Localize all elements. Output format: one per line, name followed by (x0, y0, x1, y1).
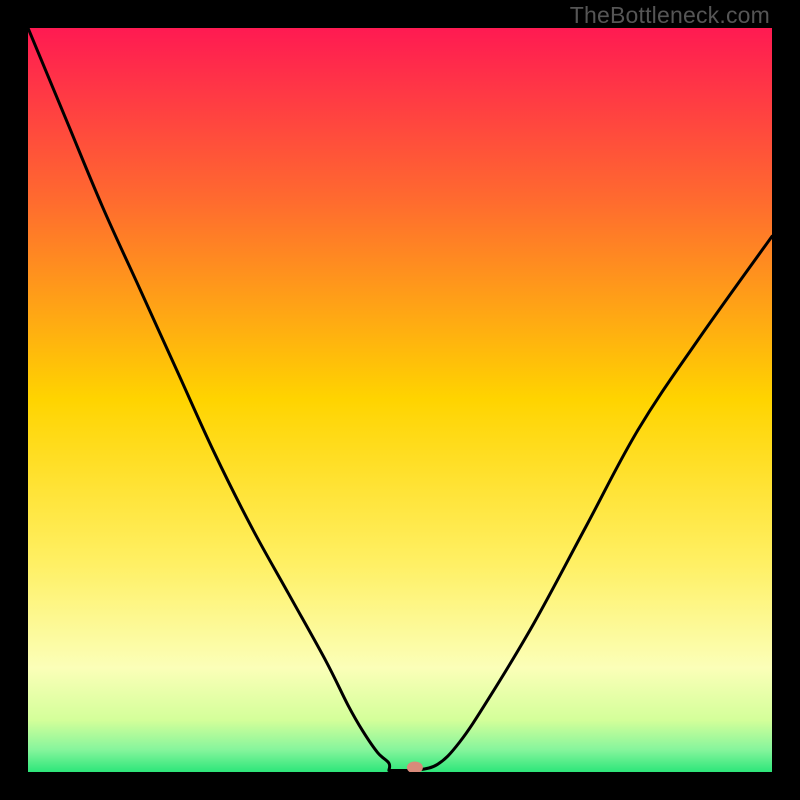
gradient-background (28, 28, 772, 772)
plot-area (28, 28, 772, 772)
watermark-text: TheBottleneck.com (570, 2, 770, 29)
chart-frame: TheBottleneck.com (0, 0, 800, 800)
